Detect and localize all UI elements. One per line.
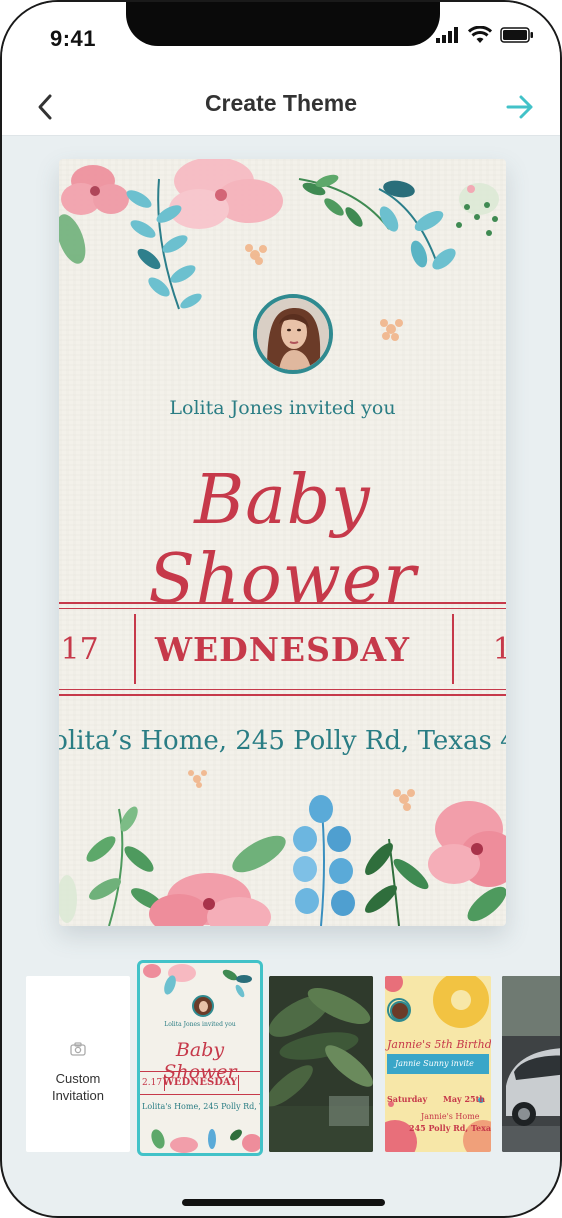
custom-label-line1: Custom: [55, 1071, 101, 1086]
car-theme-thumb[interactable]: [502, 976, 560, 1152]
host-avatar: [253, 294, 333, 374]
status-time: 9:41: [50, 26, 97, 51]
invited-text: Lolita Jones invited you: [169, 397, 396, 419]
date-divider-right: [452, 614, 454, 684]
battery-icon: [500, 27, 534, 48]
donut-address: 245 Polly Rd, Texas: [409, 1123, 491, 1133]
phone-frame: 9:41 Create Theme Lolita Jones invited y…: [0, 0, 562, 1218]
baby-shower-theme-thumb[interactable]: Lolita Jones invited you Baby Shower 2.1…: [137, 960, 263, 1156]
donut-title: Jannie's 5th Birthd: [387, 1038, 491, 1051]
signal-icon: [436, 27, 460, 48]
donut-birthday-theme-thumb[interactable]: Jannie's 5th Birthd Jannie Sunny invite …: [385, 976, 491, 1152]
palm-photo: [269, 976, 373, 1152]
donut-avatar: [390, 1001, 410, 1021]
page-title: Create Theme: [204, 90, 358, 116]
donut-host: Jannie's Home: [421, 1112, 480, 1121]
donut-date: May 25th: [443, 1094, 486, 1104]
wifi-icon: [467, 25, 493, 49]
home-indicator: [182, 1199, 385, 1206]
palm-theme-thumb[interactable]: [269, 976, 373, 1152]
camera-icon: [70, 1042, 86, 1056]
event-time-partial: 1: [493, 632, 506, 667]
donut-subtitle: Jannie Sunny invite: [395, 1059, 474, 1068]
car-photo: [502, 976, 560, 1152]
thumb-invited-text: Lolita Jones invited you: [164, 1021, 236, 1028]
next-button[interactable]: [500, 90, 540, 124]
nav-bar: Create Theme: [2, 82, 560, 136]
thumb-date-band: 2.17 WEDNESDAY: [140, 1071, 260, 1095]
notch: [126, 2, 440, 46]
event-day: WEDNESDAY: [154, 630, 411, 669]
thumb-avatar: [192, 995, 214, 1017]
status-bar: 9:41: [2, 2, 560, 82]
theme-strip[interactable]: Custom Invitation Lolita Jones invited y…: [2, 960, 560, 1156]
custom-invitation-thumb[interactable]: Custom Invitation: [26, 976, 130, 1152]
thumb-address: Lolita's Home, 245 Polly Rd, Texas 4: [142, 1102, 260, 1111]
forward-arrow-icon: [506, 95, 533, 119]
thumb-divider-right: [238, 1075, 239, 1091]
donut-day: Saturday: [387, 1094, 428, 1104]
thumb-day: WEDNESDAY: [162, 1077, 238, 1088]
invitation-card[interactable]: Lolita Jones invited you Baby Shower .17…: [59, 159, 506, 926]
status-icons: [436, 25, 534, 49]
event-address: Lolita’s Home, 245 Polly Rd, Texas 4: [59, 726, 506, 756]
date-band: .17 WEDNESDAY 1: [59, 602, 506, 696]
custom-label-line2: Invitation: [51, 1088, 105, 1103]
custom-invitation-label: Custom Invitation: [52, 1070, 104, 1104]
event-headline: Baby Shower: [148, 461, 417, 619]
